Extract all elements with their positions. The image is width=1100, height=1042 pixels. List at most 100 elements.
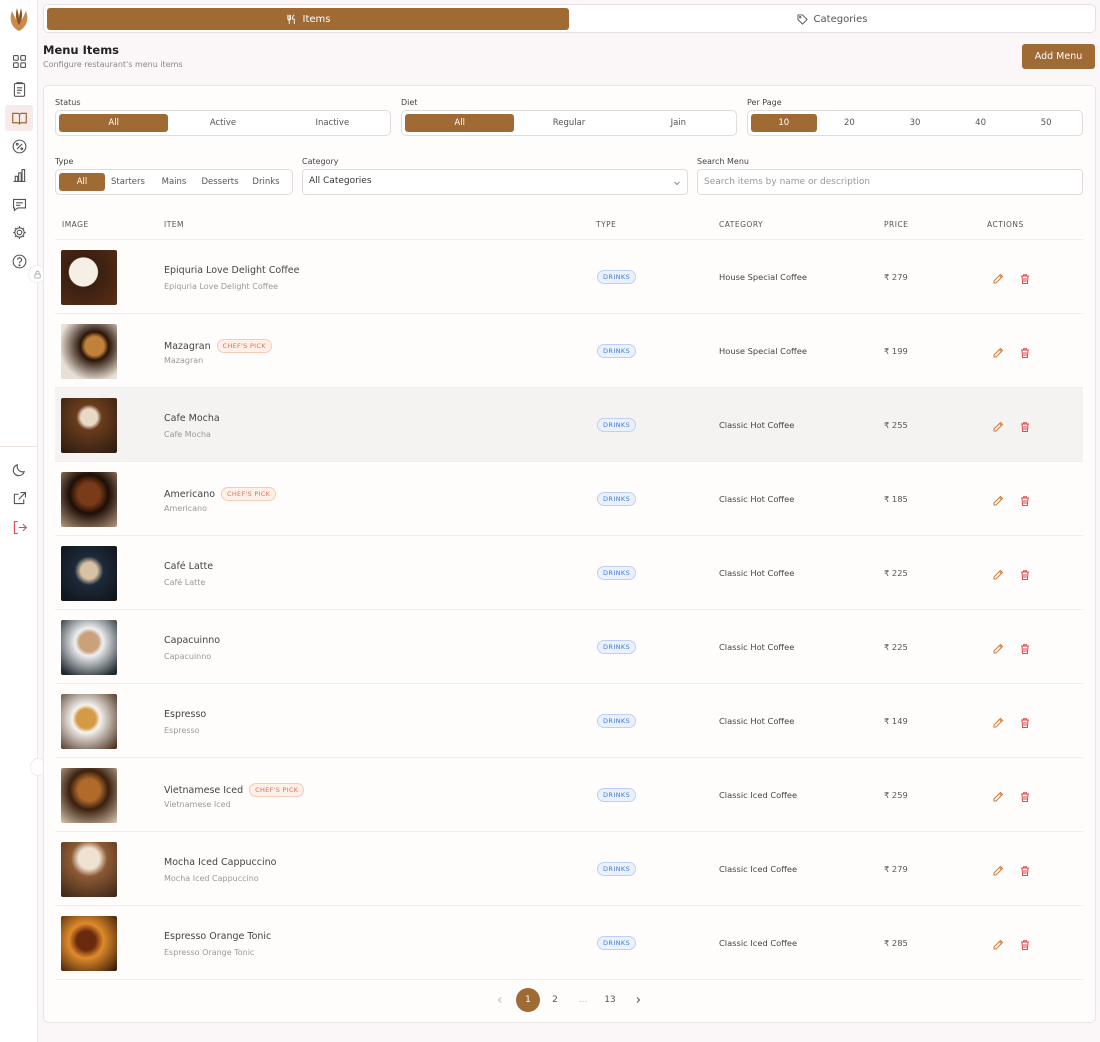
item-category: Classic Hot Coffee xyxy=(719,568,795,578)
page-button[interactable]: 1 xyxy=(516,988,540,1012)
edit-icon[interactable] xyxy=(992,492,1004,506)
next-page-icon[interactable] xyxy=(628,988,648,1012)
edit-icon[interactable] xyxy=(992,862,1004,876)
edit-icon[interactable] xyxy=(992,418,1004,432)
tab-categories[interactable]: Categories xyxy=(571,8,1093,30)
edit-icon[interactable] xyxy=(992,566,1004,580)
item-category: House Special Coffee xyxy=(719,272,807,282)
dark-mode-icon[interactable] xyxy=(9,459,29,479)
item-category: Classic Iced Coffee xyxy=(719,864,798,874)
per-page-option[interactable]: 10 xyxy=(751,114,817,132)
delete-icon[interactable] xyxy=(1019,788,1031,802)
category-select[interactable]: All Categories xyxy=(302,169,688,195)
item-description: Epiquria Love Delight Coffee xyxy=(164,282,279,291)
discount-icon[interactable] xyxy=(9,136,29,156)
type-option[interactable]: Desserts xyxy=(197,173,243,191)
per-page-option[interactable]: 40 xyxy=(948,114,1014,132)
delete-icon[interactable] xyxy=(1019,936,1031,950)
per-page-label: Per Page xyxy=(747,98,782,107)
item-image xyxy=(61,694,117,749)
status-option[interactable]: Inactive xyxy=(278,114,387,132)
category-label: Category xyxy=(302,157,339,166)
settings-icon[interactable] xyxy=(9,222,29,242)
add-menu-button[interactable]: Add Menu xyxy=(1022,44,1095,69)
item-description: Espresso xyxy=(164,726,200,735)
delete-icon[interactable] xyxy=(1019,492,1031,506)
diet-option[interactable]: Regular xyxy=(514,114,623,132)
orders-icon[interactable] xyxy=(9,79,29,99)
type-badge: DRINKS xyxy=(597,270,637,284)
delete-icon[interactable] xyxy=(1019,714,1031,728)
delete-icon[interactable] xyxy=(1019,344,1031,358)
chef-pick-badge: CHEF'S PICK xyxy=(221,487,277,501)
header-item: ITEM xyxy=(164,220,185,229)
type-badge: DRINKS xyxy=(597,344,637,358)
type-option[interactable]: Starters xyxy=(105,173,151,191)
header-image: IMAGE xyxy=(62,220,89,229)
edit-icon[interactable] xyxy=(992,640,1004,654)
item-price: ₹ 149 xyxy=(884,716,908,726)
page-button[interactable]: 2 xyxy=(543,988,567,1012)
edit-icon[interactable] xyxy=(992,714,1004,728)
chef-pick-badge: CHEF'S PICK xyxy=(249,783,305,797)
type-badge: DRINKS xyxy=(597,492,637,506)
item-name-wrap: Capacuinno xyxy=(164,635,220,646)
delete-icon[interactable] xyxy=(1019,566,1031,580)
chevron-down-icon xyxy=(674,181,680,186)
search-input[interactable] xyxy=(697,169,1083,195)
tag-icon xyxy=(797,13,808,25)
delete-icon[interactable] xyxy=(1019,418,1031,432)
item-description: Capacuinno xyxy=(164,652,212,661)
diet-option[interactable]: Jain xyxy=(624,114,733,132)
edit-icon[interactable] xyxy=(992,936,1004,950)
edit-icon[interactable] xyxy=(992,270,1004,284)
menu-book-icon[interactable] xyxy=(5,105,33,131)
logout-icon[interactable] xyxy=(9,517,29,537)
per-page-option[interactable]: 20 xyxy=(817,114,883,132)
item-name: Americano xyxy=(164,488,216,500)
item-name-wrap: Vietnamese Iced CHEF'S PICK xyxy=(164,783,305,797)
per-page-filter: 10 20 30 40 50 xyxy=(747,110,1083,136)
diet-option[interactable]: All xyxy=(405,114,515,132)
type-filter: All Starters Mains Desserts Drinks xyxy=(55,169,293,195)
type-badge: DRINKS xyxy=(597,640,637,654)
item-description: Café Latte xyxy=(164,578,206,587)
page-ellipsis: ... xyxy=(578,995,588,1005)
feedback-icon[interactable] xyxy=(9,194,29,214)
help-icon[interactable] xyxy=(9,251,29,271)
item-category: House Special Coffee xyxy=(719,346,807,356)
item-price: ₹ 279 xyxy=(884,272,908,282)
tab-categories-label: Categories xyxy=(813,13,868,25)
status-option[interactable]: All xyxy=(59,114,169,132)
external-link-icon[interactable] xyxy=(9,488,29,508)
item-image xyxy=(61,768,117,823)
delete-icon[interactable] xyxy=(1019,640,1031,654)
delete-icon[interactable] xyxy=(1019,862,1031,876)
item-category: Classic Hot Coffee xyxy=(719,642,795,652)
item-price: ₹ 185 xyxy=(884,494,908,504)
item-price: ₹ 285 xyxy=(884,938,908,948)
item-description: Mocha Iced Cappuccino xyxy=(164,874,259,883)
table-row: Espresso Orange Tonic Espresso Orange Ton… xyxy=(55,906,1083,980)
status-option[interactable]: Active xyxy=(168,114,277,132)
prev-page-icon[interactable] xyxy=(490,988,510,1012)
page-subtitle: Configure restaurant's menu items xyxy=(43,60,183,69)
type-option[interactable]: Mains xyxy=(151,173,197,191)
per-page-option[interactable]: 30 xyxy=(882,114,948,132)
item-image xyxy=(61,620,117,675)
type-option[interactable]: All xyxy=(59,173,105,191)
edit-icon[interactable] xyxy=(992,344,1004,358)
delete-icon[interactable] xyxy=(1019,270,1031,284)
per-page-option[interactable]: 50 xyxy=(1013,114,1079,132)
table-row: Americano CHEF'S PICK Americano DRINKS Class… xyxy=(55,462,1083,536)
tab-items[interactable]: Items xyxy=(47,8,569,30)
analytics-icon[interactable] xyxy=(9,165,29,185)
item-price: ₹ 225 xyxy=(884,568,908,578)
item-price: ₹ 259 xyxy=(884,790,908,800)
dashboard-icon[interactable] xyxy=(9,51,29,71)
page-button[interactable]: 13 xyxy=(598,988,622,1012)
table-row: Epiquria Love Delight Coffee Epiquria Lov… xyxy=(55,240,1083,314)
item-price: ₹ 225 xyxy=(884,642,908,652)
type-option[interactable]: Drinks xyxy=(243,173,289,191)
edit-icon[interactable] xyxy=(992,788,1004,802)
